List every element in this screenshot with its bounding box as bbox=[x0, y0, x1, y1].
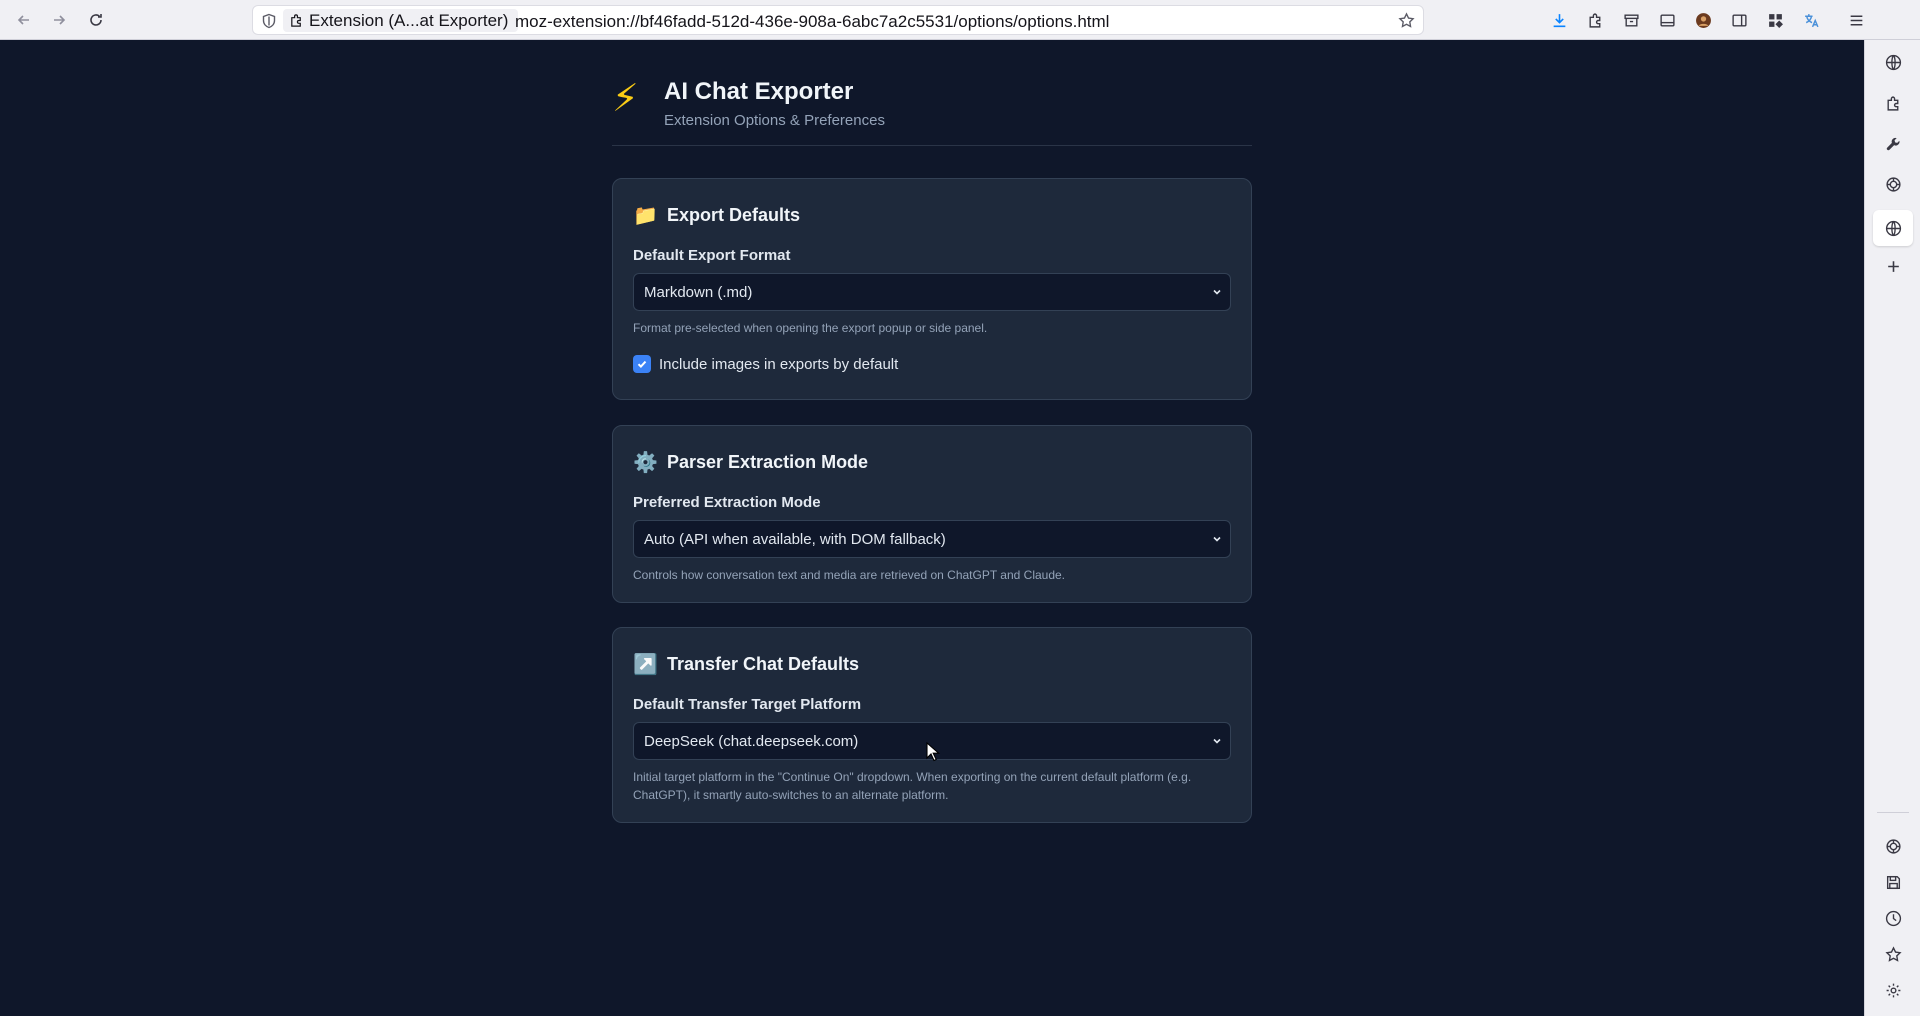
sidebar-divider bbox=[1877, 812, 1909, 813]
url-bar[interactable]: Extension (A...at Exporter) moz-extensio… bbox=[252, 5, 1424, 35]
parser-mode-title: Parser Extraction Mode bbox=[667, 452, 869, 472]
include-images-label: Include images in exports by default bbox=[659, 355, 899, 373]
extensions-icon[interactable] bbox=[1585, 10, 1605, 30]
page-title: AI Chat Exporter bbox=[664, 78, 854, 105]
forward-arrow-icon[interactable] bbox=[48, 9, 70, 31]
downloads-icon[interactable] bbox=[1549, 10, 1569, 30]
tab-layout-icon[interactable] bbox=[1657, 10, 1677, 30]
lightning-logo-icon: ⚡ bbox=[612, 78, 639, 120]
back-arrow-icon[interactable] bbox=[13, 9, 35, 31]
include-images-row[interactable]: Include images in exports by default bbox=[633, 355, 898, 373]
transfer-target-value: DeepSeek (chat.deepseek.com) bbox=[644, 732, 859, 750]
extraction-mode-value: Auto (API when available, with DOM fallb… bbox=[644, 530, 946, 548]
tracking-shield-icon[interactable] bbox=[261, 13, 277, 29]
checkmark-icon bbox=[637, 360, 647, 369]
transfer-defaults-title: Transfer Chat Defaults bbox=[667, 654, 860, 674]
transfer-target-label: Default Transfer Target Platform bbox=[633, 696, 862, 713]
mouse-cursor-icon bbox=[926, 742, 940, 762]
puzzle-icon bbox=[291, 14, 301, 27]
ai-spiral-icon[interactable] bbox=[1883, 174, 1903, 194]
export-defaults-title: Export Defaults bbox=[667, 205, 801, 225]
options-page: ⚡ AI Chat Exporter Extension Options & P… bbox=[0, 40, 1864, 1016]
ai-spiral-icon[interactable] bbox=[1883, 836, 1903, 856]
extraction-mode-select[interactable]: Auto (API when available, with DOM fallb… bbox=[633, 520, 1231, 558]
export-format-value: Markdown (.md) bbox=[644, 283, 753, 301]
export-format-hint: Format pre-selected when opening the exp… bbox=[633, 321, 988, 335]
wrench-icon[interactable] bbox=[1883, 134, 1903, 154]
extension-identity-chip[interactable]: Extension (A...at Exporter) bbox=[283, 9, 519, 32]
chevron-down-icon bbox=[1213, 289, 1221, 295]
transfer-defaults-heading: ↗️ Transfer Chat Defaults bbox=[633, 652, 859, 677]
reload-icon[interactable] bbox=[85, 9, 107, 31]
include-images-checkbox[interactable] bbox=[633, 355, 651, 373]
export-format-select[interactable]: Markdown (.md) bbox=[633, 273, 1231, 311]
parser-mode-heading: ⚙️ Parser Extraction Mode bbox=[633, 450, 868, 475]
extraction-mode-label: Preferred Extraction Mode bbox=[633, 494, 821, 511]
url-text[interactable]: moz-extension://bf46fadd-512d-436e-908a-… bbox=[515, 12, 1109, 32]
menu-hamburger-icon[interactable] bbox=[1846, 10, 1866, 30]
chevron-down-icon bbox=[1213, 536, 1221, 542]
extraction-mode-hint: Controls how conversation text and media… bbox=[633, 568, 1066, 582]
archive-icon[interactable] bbox=[1621, 10, 1641, 30]
globe-icon[interactable] bbox=[1883, 218, 1903, 238]
history-clock-icon[interactable] bbox=[1883, 908, 1903, 928]
export-defaults-card: 📁 Export Defaults Default Export Format … bbox=[612, 178, 1252, 400]
avatar-icon[interactable] bbox=[1693, 10, 1713, 30]
translate-icon[interactable] bbox=[1801, 10, 1821, 30]
transfer-defaults-card: ↗️ Transfer Chat Defaults Default Transf… bbox=[612, 627, 1252, 823]
export-defaults-heading: 📁 Export Defaults bbox=[633, 203, 800, 228]
add-plus-icon[interactable] bbox=[1883, 256, 1903, 276]
arrow-up-right-icon: ↗️ bbox=[633, 654, 658, 676]
browser-sidebar bbox=[1864, 40, 1920, 1016]
folder-icon: 📁 bbox=[633, 205, 658, 227]
apps-grid-icon[interactable] bbox=[1765, 10, 1785, 30]
bookmark-star-icon[interactable] bbox=[1883, 944, 1903, 964]
bookmark-star-icon[interactable] bbox=[1398, 12, 1415, 29]
transfer-target-hint: Initial target platform in the "Continue… bbox=[633, 770, 1192, 802]
chevron-down-icon bbox=[1213, 738, 1221, 744]
browser-toolbar: Extension (A...at Exporter) moz-extensio… bbox=[0, 0, 1920, 40]
save-disk-icon[interactable] bbox=[1883, 872, 1903, 892]
gear-icon: ⚙️ bbox=[633, 452, 658, 474]
identity-label: Extension (A...at Exporter) bbox=[309, 10, 509, 30]
parser-mode-card: ⚙️ Parser Extraction Mode Preferred Extr… bbox=[612, 425, 1252, 603]
globe-icon[interactable] bbox=[1883, 52, 1903, 72]
page-header: ⚡ AI Chat Exporter Extension Options & P… bbox=[612, 78, 1252, 146]
export-format-label: Default Export Format bbox=[633, 247, 791, 264]
puzzle-icon[interactable] bbox=[1883, 93, 1903, 113]
settings-gear-icon[interactable] bbox=[1883, 980, 1903, 1000]
sidebar-toggle-icon[interactable] bbox=[1729, 10, 1749, 30]
page-subtitle: Extension Options & Preferences bbox=[664, 112, 885, 129]
